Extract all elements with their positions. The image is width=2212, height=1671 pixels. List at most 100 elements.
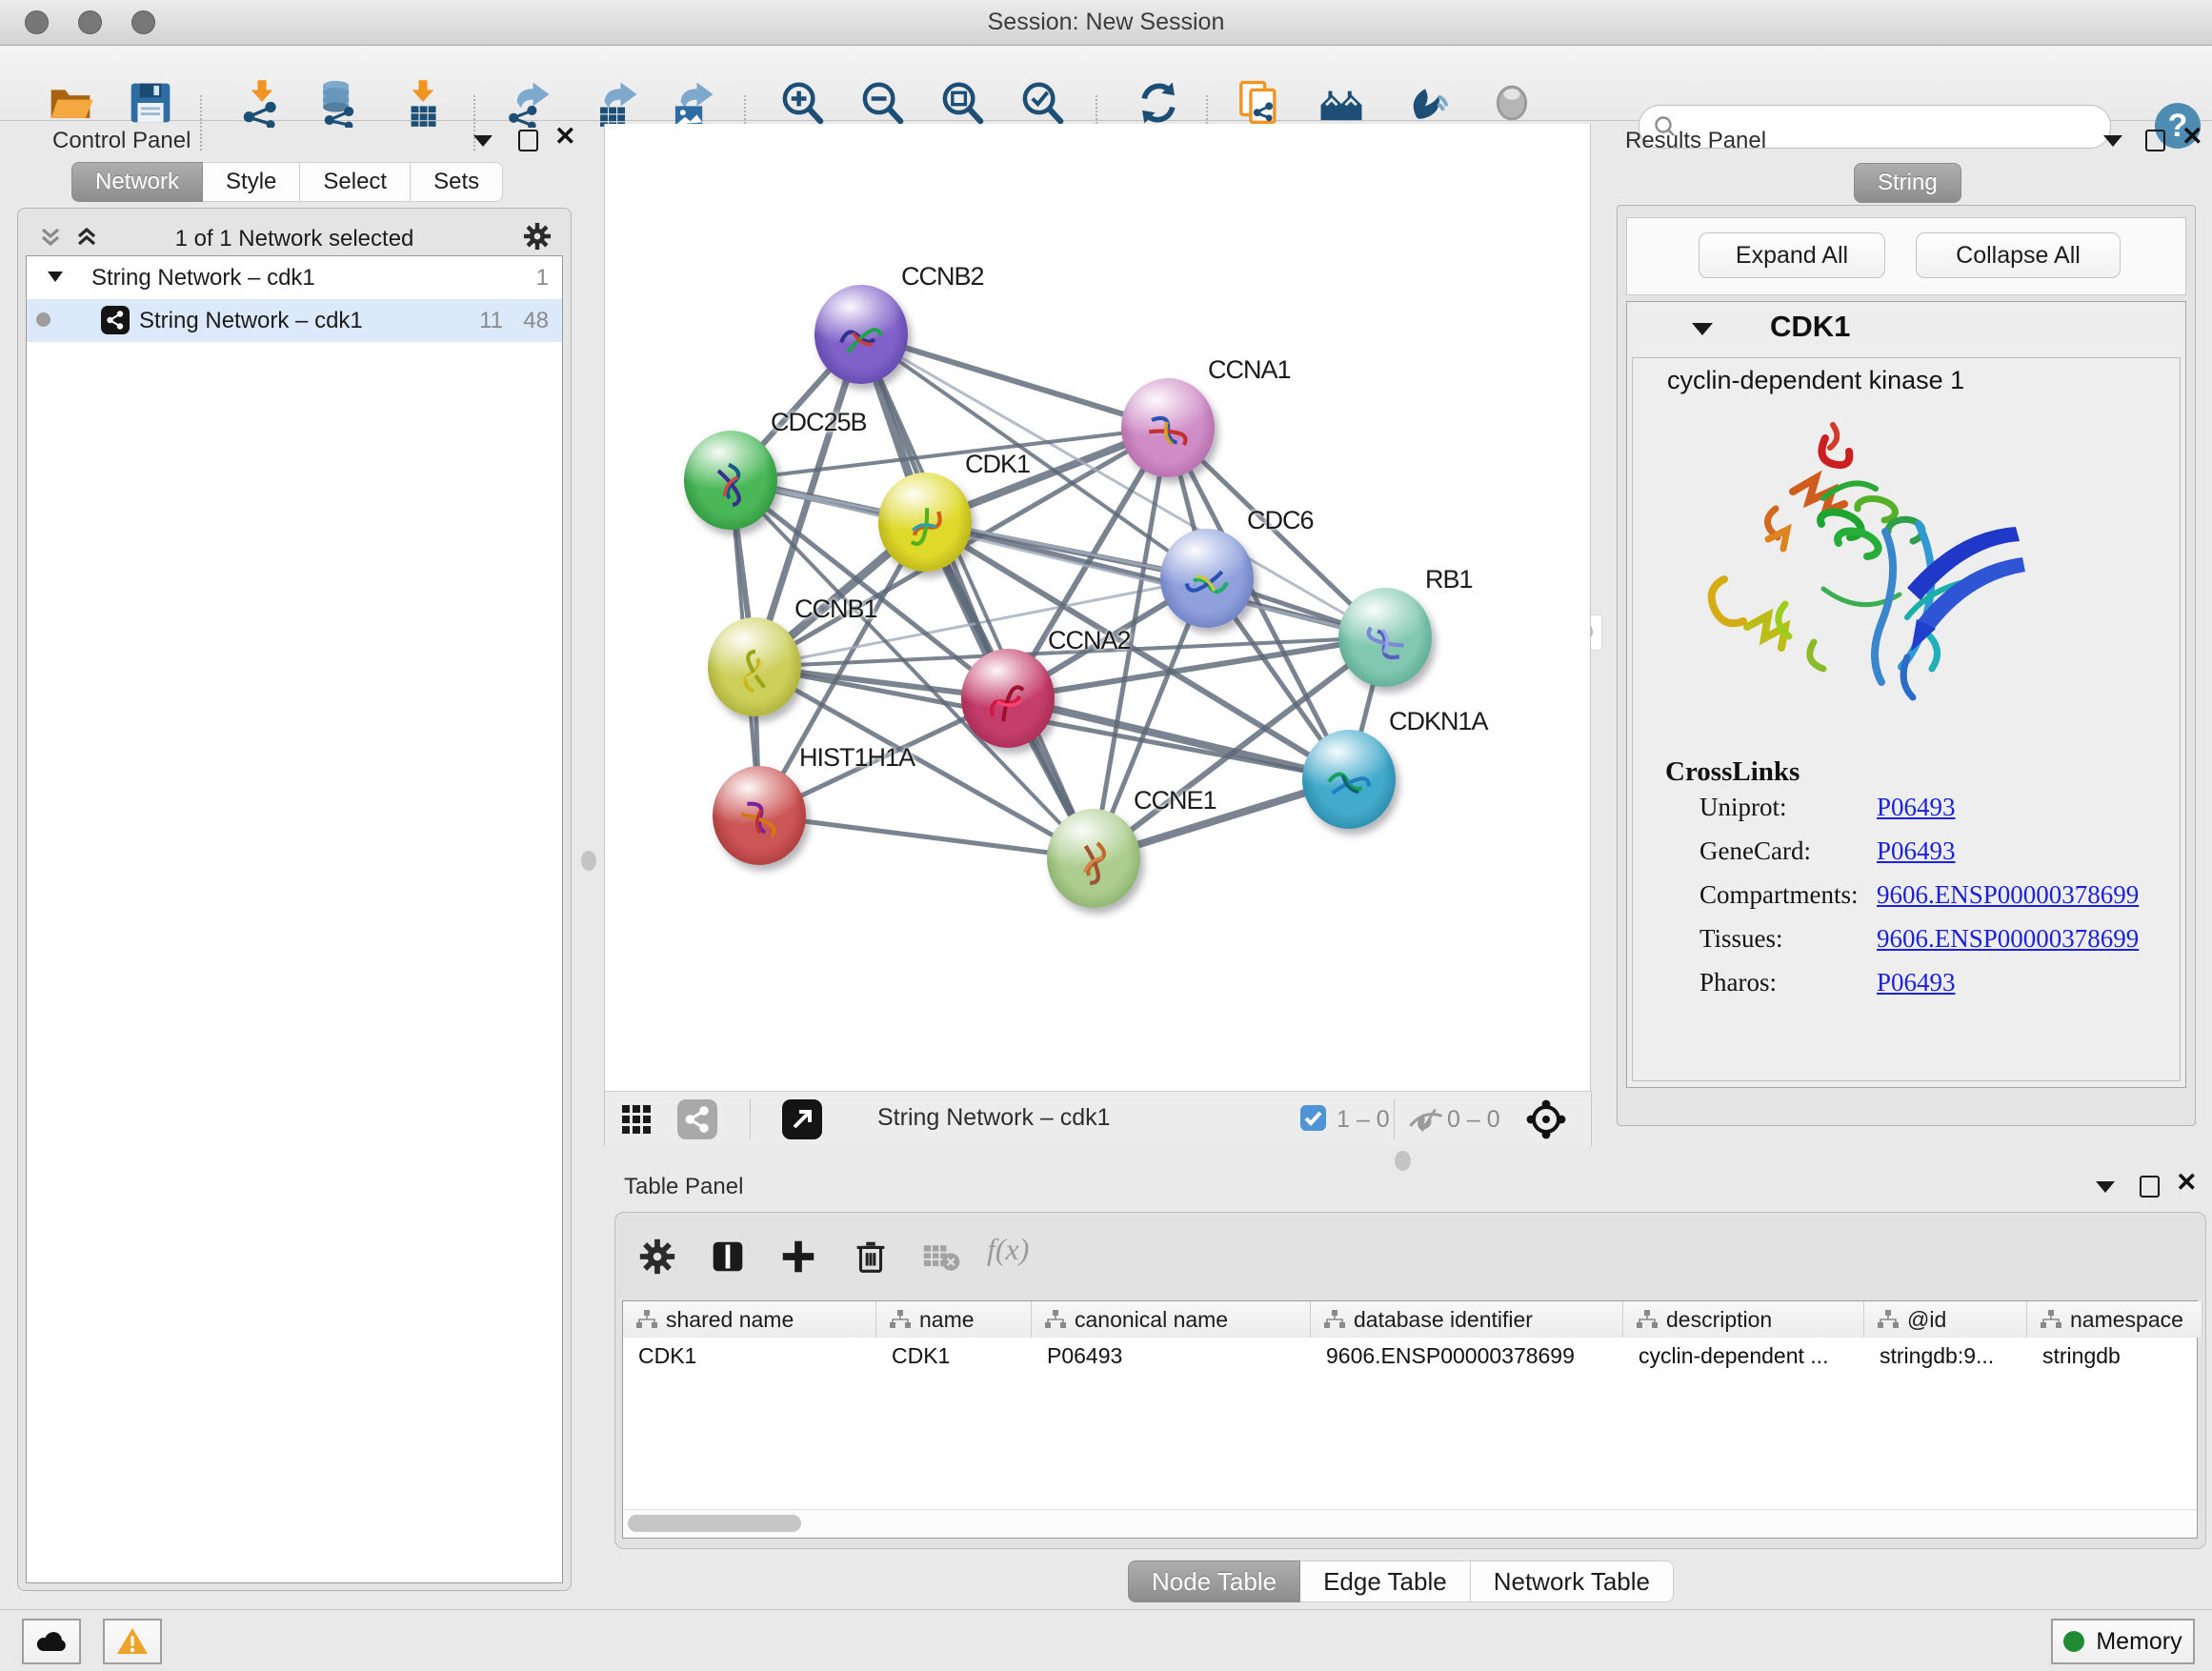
horizontal-scrollbar[interactable] <box>623 1509 2197 1537</box>
network-collection-row[interactable]: String Network – cdk1 1 <box>27 256 562 299</box>
crosslink-pharos-link[interactable]: P06493 <box>1877 968 1956 997</box>
collapse-gene-icon[interactable] <box>1692 323 1713 335</box>
cell-3[interactable]: 9606.ENSP00000378699 <box>1311 1338 1623 1374</box>
tab-select[interactable]: Select <box>300 162 411 202</box>
node-label-RB1: RB1 <box>1425 565 1473 594</box>
network-options-gear-icon[interactable] <box>521 220 553 252</box>
show-all-icon[interactable] <box>1487 78 1537 128</box>
scrollbar-thumb[interactable] <box>628 1515 801 1532</box>
control-panel-tabs: Network Style Select Sets <box>71 162 503 200</box>
hide-selected-icon[interactable] <box>1402 78 1452 128</box>
tab-string[interactable]: String <box>1854 163 1961 203</box>
zoom-selected-icon[interactable] <box>1017 78 1067 128</box>
delete-column-icon[interactable] <box>850 1236 892 1278</box>
column-label: namespace <box>2070 1307 2183 1333</box>
zoom-fit-icon[interactable] <box>937 78 987 128</box>
network-node-HIST1H1A[interactable] <box>713 766 806 865</box>
close-panel-icon[interactable]: ✕ <box>2182 122 2203 151</box>
column-header-6[interactable]: namespace <box>2027 1301 2202 1338</box>
zoom-out-icon[interactable] <box>857 78 907 128</box>
crosslink-uniprot-link[interactable]: P06493 <box>1877 793 1956 822</box>
birds-eye-view-icon[interactable] <box>1525 1098 1567 1140</box>
export-table-icon[interactable] <box>592 78 641 128</box>
maximize-panel-icon[interactable] <box>518 130 538 151</box>
export-image-icon[interactable] <box>668 78 717 128</box>
column-header-2[interactable]: canonical name <box>1032 1301 1311 1338</box>
protein-thumbnail <box>1169 545 1244 620</box>
open-in-window-icon[interactable] <box>782 1099 822 1139</box>
cell-4[interactable]: cyclin-dependent ... <box>1623 1338 1864 1374</box>
network-edge-CCNB2-CCNE1[interactable] <box>861 334 1094 858</box>
warning-status-button[interactable] <box>103 1619 162 1664</box>
tab-node-table[interactable]: Node Table <box>1128 1560 1300 1602</box>
network-node-CCNA1[interactable] <box>1121 378 1215 477</box>
crosslink-compartments-link[interactable]: 9606.ENSP00000378699 <box>1877 880 2139 910</box>
network-node-CCNE1[interactable] <box>1047 809 1140 908</box>
tab-style[interactable]: Style <box>203 162 300 202</box>
network-node-CCNB1[interactable] <box>708 617 801 716</box>
column-header-4[interactable]: description <box>1623 1301 1864 1338</box>
float-panel-icon[interactable] <box>2096 1181 2115 1193</box>
tab-network[interactable]: Network <box>71 162 203 202</box>
copy-network-icon[interactable] <box>1235 78 1284 128</box>
network-node-CDKN1A[interactable] <box>1302 730 1396 829</box>
close-panel-icon[interactable]: ✕ <box>554 122 576 151</box>
network-edge-CCNE1-HIST1H1A[interactable] <box>759 815 1094 858</box>
node-label-CDC25B: CDC25B <box>771 408 867 437</box>
memory-button[interactable]: Memory <box>2051 1619 2195 1664</box>
crosslink-row: Compartments: 9606.ENSP00000378699 <box>1633 880 2180 924</box>
node-label-CCNE1: CCNE1 <box>1134 786 1217 815</box>
float-panel-icon[interactable] <box>2103 135 2122 147</box>
tab-network-table[interactable]: Network Table <box>1471 1560 1674 1602</box>
float-panel-icon[interactable] <box>473 135 493 147</box>
network-row-selected[interactable]: String Network – cdk1 11 48 <box>27 299 562 342</box>
show-columns-icon[interactable] <box>707 1236 749 1278</box>
cell-5[interactable]: stringdb:9... <box>1864 1338 2027 1374</box>
cell-0[interactable]: CDK1 <box>623 1338 876 1374</box>
column-header-3[interactable]: database identifier <box>1311 1301 1623 1338</box>
zoom-in-icon[interactable] <box>777 78 827 128</box>
gene-name: CDK1 <box>1770 310 1850 344</box>
network-view-toolbar: String Network – cdk1 1 – 0 0 – 0 <box>604 1091 1592 1146</box>
network-node-CDK1[interactable] <box>878 473 972 572</box>
selected-nodes-checkbox-icon[interactable] <box>1300 1105 1326 1131</box>
tab-sets[interactable]: Sets <box>411 162 503 202</box>
crosslink-genecard-link[interactable]: P06493 <box>1877 836 1956 866</box>
network-edge-CCNB2-CCNA1[interactable] <box>861 334 1168 428</box>
maximize-panel-icon[interactable] <box>2145 130 2165 151</box>
protein-thumbnail <box>828 306 895 372</box>
left-splitter-handle[interactable] <box>581 851 596 871</box>
maximize-panel-icon[interactable] <box>2140 1176 2160 1198</box>
crosslink-tissues-link[interactable]: 9606.ENSP00000378699 <box>1877 924 2139 954</box>
gene-card-cdk1: CDK1 cyclin-dependent kinase 1 <box>1626 301 2186 1088</box>
network-canvas-panel[interactable]: CCNB2CCNA1CDC25BCDK1CDC6RB1CCNB1CCNA2CDK… <box>604 124 1591 1091</box>
results-panel-tabs: String <box>1854 163 1961 201</box>
network-overview-icon[interactable] <box>677 1099 717 1139</box>
network-node-CCNB2[interactable] <box>814 285 908 384</box>
network-node-count: 11 <box>479 308 503 334</box>
cloud-status-button[interactable] <box>22 1619 81 1664</box>
network-node-CDC25B[interactable] <box>684 431 777 530</box>
expand-all-button[interactable]: Expand All <box>1699 232 1885 278</box>
network-node-CCNA2[interactable] <box>961 649 1055 748</box>
cell-1[interactable]: CDK1 <box>876 1338 1032 1374</box>
column-header-5[interactable]: @id <box>1864 1301 2027 1338</box>
first-neighbors-icon[interactable] <box>1317 78 1366 128</box>
collapse-all-button[interactable]: Collapse All <box>1916 232 2121 278</box>
create-column-icon[interactable] <box>777 1236 819 1278</box>
collection-expand-icon[interactable] <box>48 272 63 282</box>
cell-2[interactable]: P06493 <box>1032 1338 1311 1374</box>
network-node-CDC6[interactable] <box>1160 529 1254 628</box>
grid-view-icon[interactable] <box>620 1103 653 1136</box>
column-label: database identifier <box>1354 1307 1533 1333</box>
column-header-0[interactable]: shared name <box>623 1301 876 1338</box>
network-node-RB1[interactable] <box>1338 588 1432 687</box>
close-panel-icon[interactable]: ✕ <box>2176 1168 2198 1198</box>
column-header-1[interactable]: name <box>876 1301 1032 1338</box>
table-options-gear-icon[interactable] <box>636 1236 678 1278</box>
refresh-icon[interactable] <box>1134 78 1183 128</box>
cell-6[interactable]: stringdb <box>2027 1338 2202 1374</box>
tab-edge-table[interactable]: Edge Table <box>1300 1560 1471 1602</box>
horizontal-splitter-handle[interactable] <box>1395 1151 1411 1171</box>
crosslink-label: GeneCard: <box>1699 836 1811 866</box>
